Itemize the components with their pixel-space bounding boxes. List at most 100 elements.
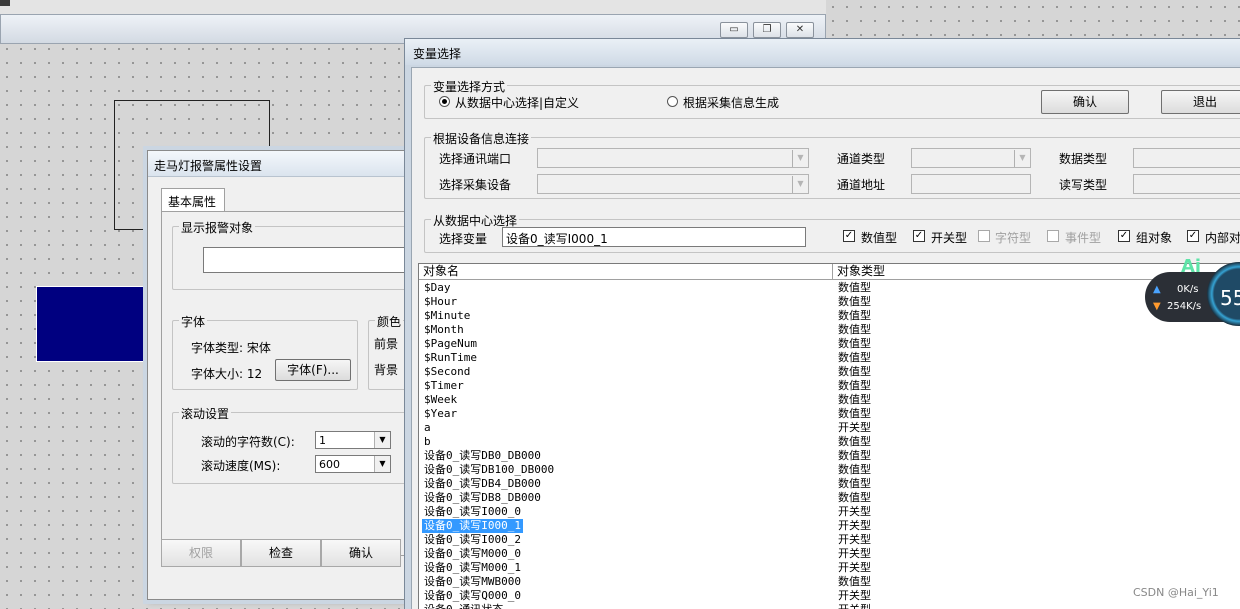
data-type-select[interactable] (1133, 148, 1240, 168)
download-speed: 254K/s (1167, 301, 1202, 312)
table-row[interactable]: $Hour 数值型 (419, 295, 1240, 309)
variable-dialog-titlebar[interactable]: 变量选择 (405, 39, 1240, 65)
display-object-input[interactable] (203, 247, 428, 273)
radio-datacenter[interactable] (439, 96, 450, 107)
rw-type-select[interactable] (1133, 174, 1240, 194)
exit-button[interactable]: 退出 (1161, 90, 1240, 114)
font-group: 字体 字体类型: 宋体 字体大小: 12 字体(F)... (172, 313, 358, 390)
variable-list-header: 对象名 对象类型 (419, 264, 1240, 280)
marquee-button-bar: 权限 检查 确认 (161, 539, 421, 567)
row-object-name: 设备0_读写Q000_0 (424, 589, 521, 602)
table-row[interactable]: 设备0_读写Q000_0 开关型 (419, 589, 1240, 603)
display-object-group: 显示报警对象 (172, 219, 428, 290)
collect-device-select[interactable]: ▼ (537, 174, 809, 194)
variable-dialog-title: 变量选择 (413, 47, 462, 61)
table-row[interactable]: $PageNum 数值型 (419, 337, 1240, 351)
table-row[interactable]: $Minute 数值型 (419, 309, 1240, 323)
table-row[interactable]: a 开关型 (419, 421, 1240, 435)
row-object-type: 数值型 (838, 337, 871, 350)
row-object-type: 开关型 (838, 589, 871, 602)
table-row[interactable]: 设备0_读写I000_2 开关型 (419, 533, 1240, 547)
table-row[interactable]: 设备0_读写I000_1 开关型 (419, 519, 1240, 533)
table-row[interactable]: $RunTime 数值型 (419, 351, 1240, 365)
table-row[interactable]: $Day 数值型 (419, 281, 1240, 295)
table-row[interactable]: $Month 数值型 (419, 323, 1240, 337)
row-object-type: 数值型 (838, 379, 871, 392)
row-object-name: 设备0_读写I000_2 (424, 533, 521, 546)
filter-numeric-checkbox[interactable]: ✓ (843, 230, 855, 242)
table-row[interactable]: 设备0_读写DB100_DB000 数值型 (419, 463, 1240, 477)
chevron-down-icon: ▼ (792, 150, 808, 167)
watermark: CSDN @Hai_Yi1 (1133, 586, 1219, 599)
font-button[interactable]: 字体(F)... (275, 359, 351, 381)
variable-list[interactable]: 对象名 对象类型 $Day 数值型 $Hour 数值型 $Minute 数值型 $Month… (418, 263, 1240, 609)
marquee-dialog-titlebar[interactable]: 走马灯报警属性设置 (148, 151, 412, 177)
data-type-label: 数据类型 (1059, 152, 1108, 166)
select-variable-input[interactable]: 设备0_读写I000_1 (502, 227, 806, 247)
permission-button[interactable]: 权限 (161, 539, 241, 567)
comm-port-label: 选择通讯端口 (439, 152, 512, 166)
channel-type-select[interactable]: ▼ (911, 148, 1031, 168)
row-object-type: 开关型 (838, 547, 871, 560)
table-row[interactable]: $Timer 数值型 (419, 379, 1240, 393)
filter-switch-label: 开关型 (931, 231, 968, 245)
scroll-chars-select[interactable]: 1 ▼ (315, 431, 391, 449)
table-row[interactable]: b 数值型 (419, 435, 1240, 449)
table-row[interactable]: 设备0_读写M000_1 开关型 (419, 561, 1240, 575)
row-object-type: 开关型 (838, 603, 871, 609)
filter-group-object-checkbox[interactable]: ✓ (1118, 230, 1130, 242)
filter-switch-checkbox[interactable]: ✓ (913, 230, 925, 242)
selection-mode-group: 变量选择方式 从数据中心选择|自定义 根据采集信息生成 确认 退出 (424, 78, 1240, 119)
row-object-name: 设备0_读写DB0_DB000 (424, 449, 541, 462)
table-row[interactable]: $Second 数值型 (419, 365, 1240, 379)
row-object-type: 数值型 (838, 309, 871, 322)
row-object-type: 开关型 (838, 519, 871, 532)
ok-button[interactable]: 确认 (321, 539, 401, 567)
channel-type-label: 通道类型 (837, 152, 886, 166)
tab-basic-properties[interactable]: 基本属性 (161, 188, 225, 212)
channel-address-input[interactable] (911, 174, 1031, 194)
variable-select-dialog: 变量选择 变量选择方式 从数据中心选择|自定义 根据采集信息生成 确认 退出 根… (404, 38, 1240, 609)
chevron-down-icon: ▼ (374, 432, 390, 448)
scroll-speed-select[interactable]: 600 ▼ (315, 455, 391, 473)
row-object-type: 开关型 (838, 505, 871, 518)
marquee-alarm-dialog: 走马灯报警属性设置 基本属性 显示报警对象 字体 字体类型: 宋体 字体大小: … (147, 150, 428, 600)
table-row[interactable]: 设备0_通讯状态 开关型 (419, 603, 1240, 609)
filter-string-checkbox[interactable] (978, 230, 990, 242)
minimize-button[interactable]: ▭ (720, 22, 748, 38)
row-object-name: 设备0_通讯状态 (422, 603, 505, 609)
row-object-type: 开关型 (838, 421, 871, 434)
rw-type-label: 读写类型 (1059, 178, 1108, 192)
marquee-dialog-title: 走马灯报警属性设置 (154, 159, 263, 173)
close-button[interactable]: ✕ (786, 22, 814, 38)
check-button[interactable]: 检查 (241, 539, 321, 567)
row-object-type: 数值型 (838, 351, 871, 364)
row-object-name: 设备0_读写DB100_DB000 (424, 463, 555, 476)
table-row[interactable]: 设备0_读写I000_0 开关型 (419, 505, 1240, 519)
canvas-marquee-component[interactable] (36, 286, 154, 362)
table-row[interactable]: 设备0_读写M000_0 开关型 (419, 547, 1240, 561)
table-row[interactable]: 设备0_读写MWB000 数值型 (419, 575, 1240, 589)
radio-collect-info[interactable] (667, 96, 678, 107)
variable-list-rows: $Day 数值型 $Hour 数值型 $Minute 数值型 $Month 数值型 $PageN… (419, 281, 1240, 609)
chevron-down-icon: ▼ (374, 456, 390, 472)
font-button-label: 字体(F)... (287, 363, 339, 377)
table-row[interactable]: 设备0_读写DB4_DB000 数值型 (419, 477, 1240, 491)
filter-event-label: 事件型 (1065, 231, 1102, 245)
datacenter-select-group: 从数据中心选择 选择变量 设备0_读写I000_1 ✓ 数值型 ✓ 开关型 字符… (424, 212, 1240, 253)
filter-event-checkbox[interactable] (1047, 230, 1059, 242)
table-row[interactable]: 设备0_读写DB8_DB000 数值型 (419, 491, 1240, 505)
table-row[interactable]: $Year 数值型 (419, 407, 1240, 421)
row-object-name: $RunTime (424, 351, 477, 364)
row-object-type: 数值型 (838, 435, 871, 448)
background-window-strip (0, 0, 826, 14)
confirm-button[interactable]: 确认 (1041, 90, 1129, 114)
table-row[interactable]: $Week 数值型 (419, 393, 1240, 407)
filter-internal-checkbox[interactable]: ✓ (1187, 230, 1199, 242)
comm-port-select[interactable]: ▼ (537, 148, 809, 168)
row-object-type: 开关型 (838, 561, 871, 574)
row-object-name: $Month (424, 323, 464, 336)
maximize-button[interactable]: ❐ (753, 22, 781, 38)
table-row[interactable]: 设备0_读写DB0_DB000 数值型 (419, 449, 1240, 463)
column-header-name[interactable]: 对象名 (419, 264, 833, 280)
